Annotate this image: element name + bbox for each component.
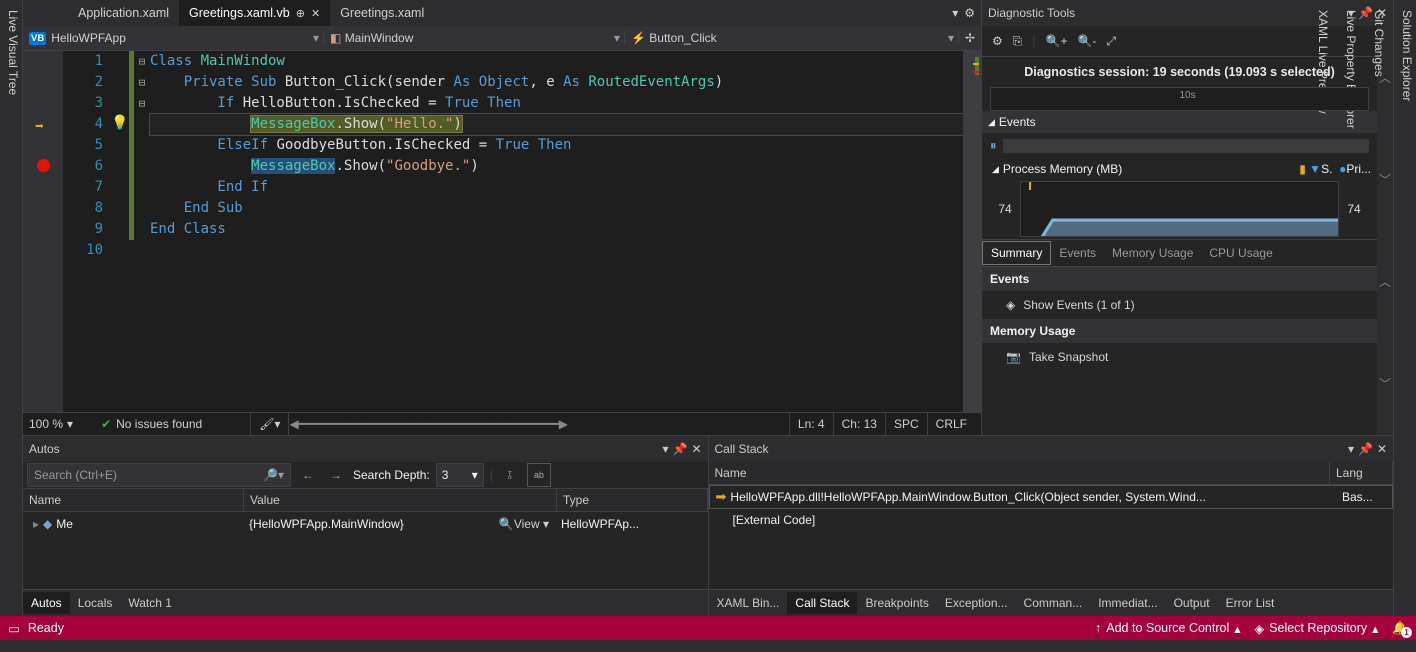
autos-columns: Name Value Type <box>23 489 708 512</box>
close-icon[interactable]: ✕ <box>311 7 320 20</box>
time-ruler[interactable]: 10s <box>990 87 1369 111</box>
pin-icon[interactable]: ⊕ <box>296 7 305 20</box>
right-tool-tabs: Solution Explorer Git Changes Live Prope… <box>1393 0 1416 616</box>
line-ending[interactable]: CRLF <box>927 413 975 435</box>
nav-bar: VBHelloWPFApp▾ ◧ MainWindow▾ ⚡ Button_Cl… <box>23 26 981 51</box>
tab-output[interactable]: Output <box>1166 592 1218 614</box>
pin-icon[interactable]: 📌 <box>672 442 687 456</box>
select-repository[interactable]: ◈Select Repository▴ <box>1255 621 1379 636</box>
tab-application-xaml[interactable]: Application.xaml <box>68 0 179 26</box>
callstack-header[interactable]: Call Stack▾📌✕ <box>709 436 1394 462</box>
whitespace-mode[interactable]: SPC <box>885 413 927 435</box>
tab-cpu[interactable]: CPU Usage <box>1201 242 1280 264</box>
depth-input[interactable]: 3▾ <box>436 463 484 487</box>
zoom-level[interactable]: 100 % <box>29 417 63 431</box>
tab-summary[interactable]: Summary <box>982 241 1051 265</box>
tab-greetings-xaml[interactable]: Greetings.xaml <box>330 0 434 26</box>
regex-icon[interactable]: ab <box>527 463 551 487</box>
nav-back-icon[interactable]: ← <box>297 464 319 486</box>
editor-statusbar: 100 %▾ ✔No issues found 🖌▾ ◀━━━━━━━━━━━━… <box>23 412 981 435</box>
search-icon[interactable]: 🔍 <box>499 517 514 531</box>
scroll-map[interactable] <box>963 51 981 412</box>
reset-zoom-icon[interactable]: ⤢ <box>1106 34 1116 49</box>
margin-indicators: 💡 <box>111 51 129 412</box>
memory-chart <box>1020 181 1339 237</box>
tab-callstack[interactable]: Call Stack <box>787 592 857 614</box>
autos-tabstrip: Autos Locals Watch 1 <box>23 589 708 616</box>
live-visual-tree-tab[interactable]: Live Visual Tree <box>0 0 23 616</box>
callstack-tabstrip: XAML Bin... Call Stack Breakpoints Excep… <box>709 589 1394 616</box>
nav-scope[interactable]: VBHelloWPFApp▾ <box>23 31 324 45</box>
gear-icon[interactable]: ⚙ <box>964 6 975 20</box>
tab-autos[interactable]: Autos <box>23 592 70 614</box>
export-icon[interactable]: ⎘ <box>1013 34 1023 49</box>
current-frame-icon: ➡ <box>716 489 727 505</box>
tab-watch1[interactable]: Watch 1 <box>120 592 180 614</box>
callstack-columns: Name Lang <box>709 462 1394 485</box>
tab-errorlist[interactable]: Error List <box>1218 592 1283 614</box>
tab-command[interactable]: Comman... <box>1016 592 1091 614</box>
solution-explorer-tab[interactable]: Solution Explorer <box>1398 6 1416 616</box>
pause-icon: ⏸ <box>990 138 997 154</box>
search-icon[interactable]: 🔎▾ <box>263 468 284 482</box>
col-indicator[interactable]: Ch: 13 <box>833 413 885 435</box>
tab-locals[interactable]: Locals <box>70 592 121 614</box>
zoom-out-icon[interactable]: 🔍- <box>1077 34 1096 48</box>
breakpoint-icon[interactable] <box>37 159 50 172</box>
autos-row-me[interactable]: ▸◆Me {HelloWPFApp.MainWindow}🔍View ▾ Hel… <box>23 512 708 536</box>
line-indicator[interactable]: Ln: 4 <box>789 413 833 435</box>
window-dropdown-icon[interactable]: ▾ <box>662 442 668 456</box>
debug-mode-icon: ▭ <box>8 621 20 636</box>
tab-immediate[interactable]: Immediat... <box>1090 592 1165 614</box>
callstack-frame-0[interactable]: ➡ HelloWPFApp.dll!HelloWPFApp.MainWindow… <box>709 485 1394 509</box>
outlining[interactable]: ⊟⊟⊟ <box>134 51 150 412</box>
code-editor[interactable]: ➡ 12345678910 💡 ⊟⊟⊟ Class MainWindow Pri… <box>23 51 981 412</box>
depth-label: Search Depth: <box>353 468 430 482</box>
nav-member[interactable]: ⚡ Button_Click▾ <box>625 31 959 45</box>
git-changes-tab[interactable]: Git Changes <box>1370 6 1388 616</box>
autos-header[interactable]: Autos▾📌✕ <box>23 436 708 462</box>
nav-class[interactable]: ◧ MainWindow▾ <box>324 31 625 45</box>
add-source-control[interactable]: ↑Add to Source Control▴ <box>1095 621 1241 636</box>
notifications-icon[interactable]: 🔔1 <box>1392 621 1408 636</box>
autos-search[interactable]: Search (Ctrl+E)🔎▾ <box>27 463 291 487</box>
zoom-in-icon[interactable]: 🔍+ <box>1046 34 1068 48</box>
ready-label: Ready <box>28 621 64 635</box>
tab-memory[interactable]: Memory Usage <box>1104 242 1201 264</box>
filter-icon[interactable]: ⫱ <box>499 464 521 486</box>
callstack-frame-external[interactable]: [External Code] <box>709 509 1394 531</box>
tab-exception[interactable]: Exception... <box>937 592 1016 614</box>
tab-breakpoints[interactable]: Breakpoints <box>857 592 936 614</box>
tab-events[interactable]: Events <box>1051 242 1104 264</box>
gear-icon[interactable]: ⚙ <box>992 34 1003 48</box>
tabwell-dropdown-icon[interactable]: ▾ <box>952 6 958 20</box>
line-numbers: 12345678910 <box>63 51 111 412</box>
document-tabs: Application.xaml Greetings.xaml.vb⊕✕ Gre… <box>23 0 981 26</box>
tab-xaml-binding[interactable]: XAML Bin... <box>709 592 788 614</box>
close-icon[interactable]: ✕ <box>691 442 701 456</box>
current-statement-arrow: ➡ <box>35 117 44 135</box>
tab-greetings-vb[interactable]: Greetings.xaml.vb⊕✕ <box>179 0 330 26</box>
nav-forward-icon[interactable]: → <box>325 464 347 486</box>
statusbar: ▭ Ready ↑Add to Source Control▴ ◈Select … <box>0 616 1416 640</box>
split-icon[interactable]: ✢ <box>959 31 981 45</box>
brush-icon[interactable]: 🖌 <box>259 417 274 431</box>
